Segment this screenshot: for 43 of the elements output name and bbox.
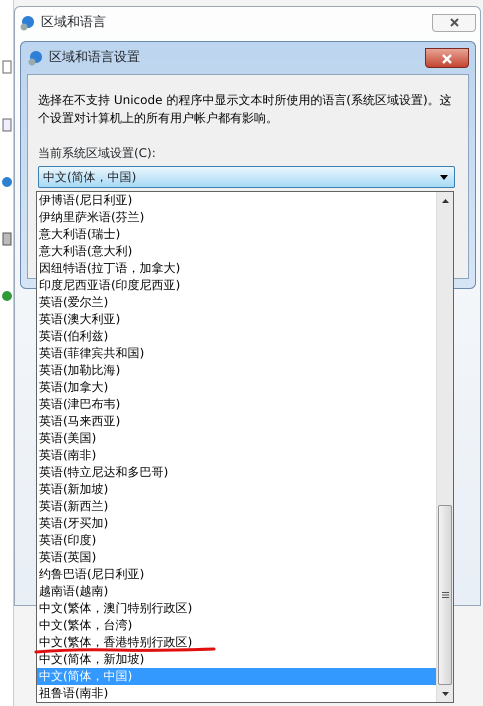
- list-option[interactable]: 英语(津巴布韦): [37, 396, 436, 413]
- document-icon: [2, 118, 12, 132]
- list-option[interactable]: 英语(南非): [37, 447, 436, 464]
- close-button[interactable]: [425, 48, 469, 68]
- list-option[interactable]: 英语(新西兰): [37, 498, 436, 515]
- dialog-title: 区域和语言设置: [49, 49, 140, 68]
- list-option[interactable]: 英语(澳大利亚): [37, 311, 436, 328]
- list-option[interactable]: 英语(牙买加): [37, 515, 436, 532]
- close-icon: [442, 54, 452, 64]
- scroll-up-icon[interactable]: [442, 198, 448, 202]
- list-option[interactable]: 因纽特语(拉丁语，加拿大): [37, 260, 436, 277]
- list-option[interactable]: 英语(马来西亚): [37, 413, 436, 430]
- list-option[interactable]: 英语(美国): [37, 430, 436, 447]
- list-option[interactable]: 伊博语(尼日利亚): [37, 192, 436, 209]
- close-button[interactable]: [432, 14, 476, 32]
- list-option[interactable]: 英语(英国): [37, 549, 436, 566]
- window-title: 区域和语言: [41, 14, 106, 32]
- list-option[interactable]: 英语(特立尼达和多巴哥): [37, 464, 436, 481]
- list-option[interactable]: 越南语(越南): [37, 583, 436, 600]
- list-option[interactable]: 英语(加勒比海): [37, 362, 436, 379]
- scrollbar-thumb[interactable]: [438, 505, 452, 685]
- close-icon: [450, 18, 458, 28]
- list-option[interactable]: 英语(新加坡): [37, 481, 436, 498]
- list-option[interactable]: 意大利语(瑞士): [37, 226, 436, 243]
- list-option[interactable]: 中文(繁体，澳门特别行政区): [37, 600, 436, 617]
- list-option[interactable]: 英语(伯利兹): [37, 328, 436, 345]
- locale-dropdown[interactable]: 中文(简体，中国): [38, 166, 455, 188]
- description-text: 选择在不支持 Unicode 的程序中显示文本时所使用的语言(系统区域设置)。这个设置对计算机上的所有用户帐户都有影响。: [38, 92, 453, 127]
- list-option[interactable]: 中文(简体，新加坡): [37, 651, 436, 668]
- list-option[interactable]: 英语(加拿大): [37, 379, 436, 396]
- list-option[interactable]: 英语(印度): [37, 532, 436, 549]
- list-option[interactable]: 约鲁巴语(尼日利亚): [37, 566, 436, 583]
- list-option[interactable]: 中文(繁体，台湾): [37, 617, 436, 634]
- list-option[interactable]: 印度尼西亚语(印度尼西亚): [37, 277, 436, 294]
- list-option[interactable]: 英语(爱尔兰): [37, 294, 436, 311]
- list-option[interactable]: 中文(繁体，香港特别行政区): [37, 634, 436, 651]
- scroll-down-icon[interactable]: [442, 692, 448, 696]
- list-option[interactable]: 伊纳里萨米语(芬兰): [37, 209, 436, 226]
- list-option[interactable]: 祖鲁语(南非): [37, 685, 436, 702]
- caret-icon: [440, 174, 448, 180]
- field-label: 当前系统区域设置(C):: [38, 145, 157, 162]
- list-option[interactable]: 意大利语(意大利): [37, 243, 436, 260]
- list-option[interactable]: 英语(菲律宾共和国): [37, 345, 436, 362]
